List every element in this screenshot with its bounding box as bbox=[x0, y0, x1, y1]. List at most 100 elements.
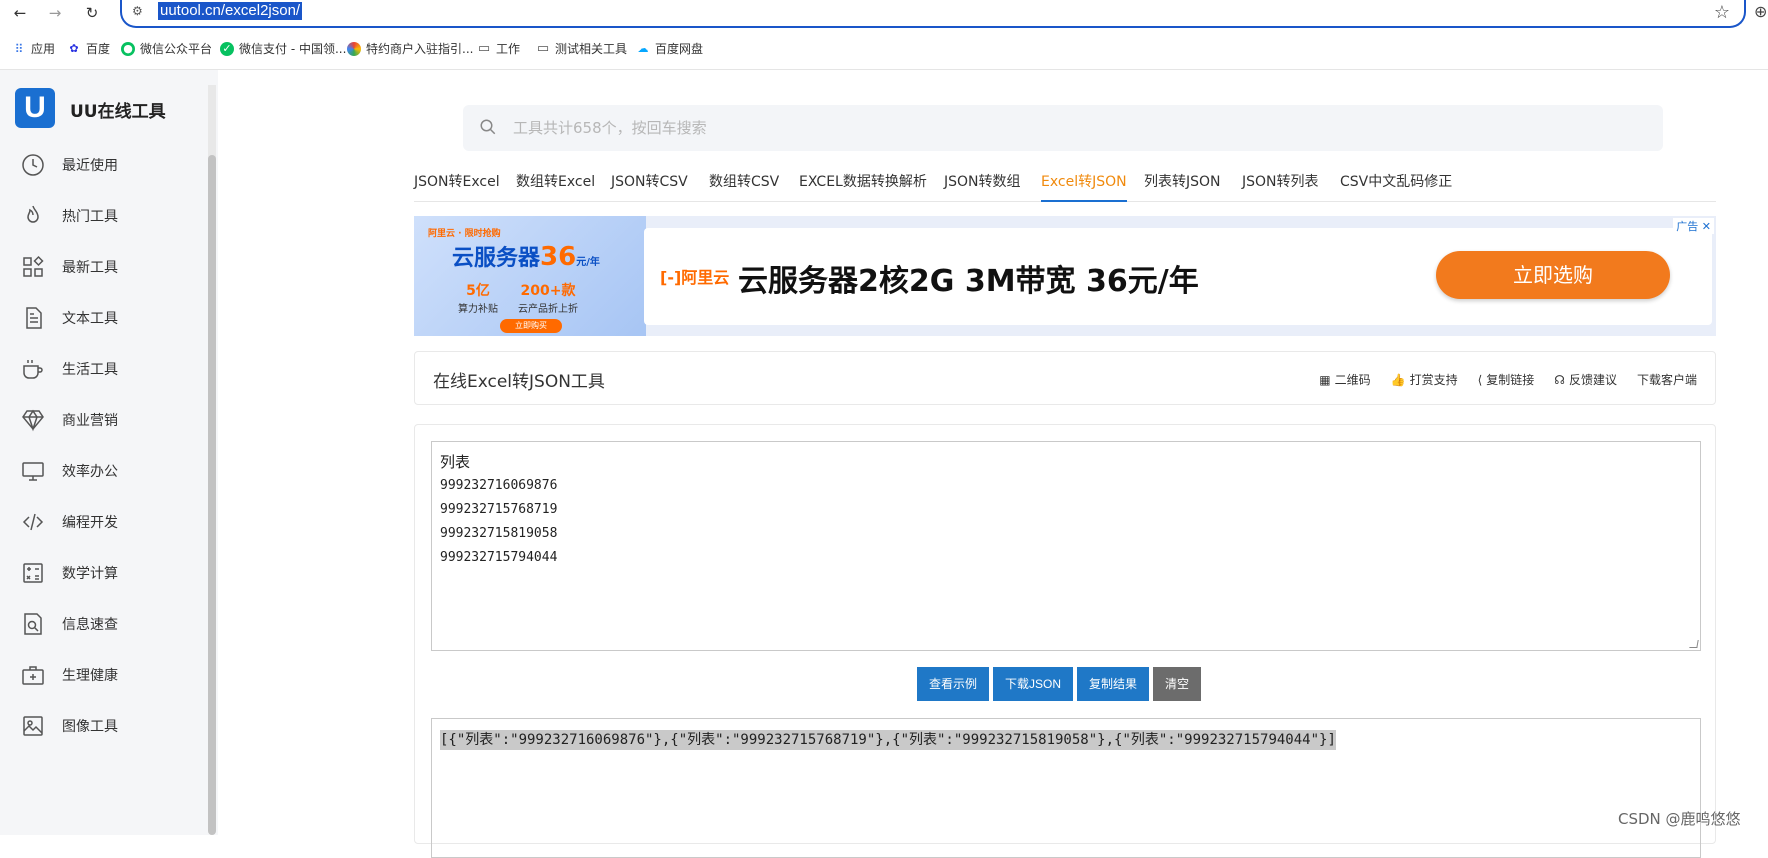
grid-icon bbox=[20, 254, 46, 280]
site-logo[interactable]: U bbox=[15, 88, 55, 128]
qrcode-button[interactable]: ▦ 二维码 bbox=[1319, 371, 1370, 388]
sidebar-scrollbar-thumb[interactable] bbox=[208, 155, 216, 835]
sidebar-item-recent[interactable]: 最近使用 bbox=[20, 150, 200, 180]
sidebar-item-label: 编程开发 bbox=[62, 515, 118, 531]
bookmark-baidu-netdisk[interactable]: ☁ 百度网盘 bbox=[636, 40, 704, 57]
tab-json-to-list[interactable]: JSON转列表 bbox=[1242, 172, 1319, 202]
tab-array-to-csv[interactable]: 数组转CSV bbox=[709, 172, 779, 202]
ad-banner[interactable]: 阿里云 · 限时抢购 云服务器36元/年 5亿 算力补贴 200+款 云产品折上折 … bbox=[414, 216, 1716, 336]
reload-icon[interactable]: ↻ bbox=[82, 3, 102, 23]
donate-button[interactable]: 👍 打赏支持 bbox=[1391, 371, 1458, 388]
sidebar-item-label: 生活工具 bbox=[62, 362, 118, 378]
download-json-button[interactable]: 下载JSON bbox=[993, 667, 1074, 701]
converter-panel: 列表 999232716069876 999232715768719 99923271… bbox=[414, 424, 1716, 858]
tab-json-to-csv[interactable]: JSON转CSV bbox=[611, 172, 688, 202]
folder-icon: ▭ bbox=[536, 40, 550, 56]
document-icon bbox=[20, 305, 46, 331]
tab-csv-fix[interactable]: CSV中文乱码修正 bbox=[1340, 172, 1452, 202]
action-buttons: 查看示例 下载JSON 复制结果 清空 bbox=[917, 667, 1202, 701]
bookmark-folder-work[interactable]: ▭ 工作 bbox=[477, 40, 520, 57]
ad-close-badge[interactable]: 广告 ✕ bbox=[1673, 218, 1714, 234]
action-label: 二维码 bbox=[1334, 373, 1371, 387]
ad-left-brand: 阿里云 · 限时抢购 bbox=[428, 229, 501, 239]
sidebar-item-health[interactable]: 生理健康 bbox=[20, 660, 200, 690]
tab-list-to-json[interactable]: 列表转JSON bbox=[1144, 172, 1221, 202]
ad-left-image: 阿里云 · 限时抢购 云服务器36元/年 5亿 算力补贴 200+款 云产品折上折 … bbox=[414, 216, 646, 336]
sidebar-item-label: 数学计算 bbox=[62, 566, 118, 582]
url-text[interactable]: uutool.cn/excel2json/ bbox=[158, 2, 303, 20]
sidebar-item-label: 图像工具 bbox=[62, 719, 118, 735]
tool-header: 在线Excel转JSON工具 ▦ 二维码 👍 打赏支持 ⟨ 复制链接 ☊ 反馈建议 下载… bbox=[414, 351, 1716, 405]
forward-arrow-icon[interactable]: → bbox=[45, 3, 65, 23]
sidebar-item-image[interactable]: 图像工具 bbox=[20, 711, 200, 741]
sidebar-item-label: 热门工具 bbox=[62, 209, 118, 225]
input-line: 999232715768719 bbox=[440, 502, 558, 517]
sidebar-item-label: 最近使用 bbox=[62, 158, 118, 174]
site-settings-icon[interactable]: ⚙ bbox=[132, 4, 148, 20]
ad-main-panel: [-]阿里云 云服务器2核2G 3M带宽 36元/年 立即选购 bbox=[644, 228, 1712, 325]
apps-grid-icon: ⠿ bbox=[14, 41, 24, 56]
download-client-button[interactable]: 下载客户端 bbox=[1637, 371, 1697, 388]
action-label: 复制链接 bbox=[1486, 373, 1535, 387]
search-box bbox=[463, 105, 1663, 151]
bookmark-apps[interactable]: ⠿ 应用 bbox=[12, 40, 55, 57]
sidebar-item-label: 商业营销 bbox=[62, 413, 118, 429]
bookmark-star-icon[interactable]: ☆ bbox=[1714, 2, 1730, 23]
tool-actions: ▦ 二维码 👍 打赏支持 ⟨ 复制链接 ☊ 反馈建议 下载客户端 bbox=[1319, 371, 1697, 388]
cloud-icon: ☁ bbox=[637, 41, 649, 55]
tab-json-to-array[interactable]: JSON转数组 bbox=[944, 172, 1021, 202]
input-line: 999232715819058 bbox=[440, 526, 558, 541]
ad-left-stat-label: 云产品折上折 bbox=[518, 304, 578, 315]
sidebar-item-lookup[interactable]: 信息速查 bbox=[20, 609, 200, 639]
bookmark-merchant[interactable]: 特约商户入驻指引... bbox=[347, 40, 473, 57]
browser-toolbar: ← → ↻ ⚙ uutool.cn/excel2json/ ☆ ⊕ bbox=[0, 0, 1768, 28]
sidebar-item-hot[interactable]: 热门工具 bbox=[20, 201, 200, 231]
bookmark-wechat-mp[interactable]: ● 微信公众平台 bbox=[121, 40, 212, 57]
excel-input-textarea[interactable]: 列表 999232716069876 999232715768719 99923271… bbox=[431, 441, 1701, 651]
sidebar-item-text[interactable]: 文本工具 bbox=[20, 303, 200, 333]
copy-result-button[interactable]: 复制结果 bbox=[1077, 667, 1150, 701]
json-output-textarea[interactable]: [{"列表":"999232716069876"},{"列表":"9992327… bbox=[431, 718, 1701, 858]
ad-left-stat-value: 200+款 bbox=[520, 283, 576, 299]
ad-left-stats: 5亿 算力补贴 200+款云产品折上折 bbox=[458, 280, 578, 315]
tab-array-to-excel[interactable]: 数组转Excel bbox=[516, 172, 595, 202]
page-title: 在线Excel转JSON工具 bbox=[433, 372, 605, 392]
feedback-button[interactable]: ☊ 反馈建议 bbox=[1554, 371, 1617, 388]
ad-left-buy-button[interactable]: 立即购买 bbox=[500, 319, 562, 333]
bookmark-folder-test-tools[interactable]: ▭ 测试相关工具 bbox=[536, 40, 627, 57]
sidebar-item-math[interactable]: 数学计算 bbox=[20, 558, 200, 588]
bookmark-wechat-pay[interactable]: ✓ 微信支付 - 中国领... bbox=[220, 40, 346, 57]
view-example-button[interactable]: 查看示例 bbox=[917, 667, 990, 701]
sidebar-item-dev[interactable]: 编程开发 bbox=[20, 507, 200, 537]
sidebar-item-life[interactable]: 生活工具 bbox=[20, 354, 200, 384]
address-bar[interactable]: ⚙ uutool.cn/excel2json/ ☆ bbox=[120, 0, 1746, 28]
ad-left-stat: 5亿 算力补贴 bbox=[458, 280, 498, 315]
ad-left-stat: 200+款云产品折上折 bbox=[518, 280, 578, 315]
bookmark-baidu[interactable]: ✿ 百度 bbox=[67, 40, 110, 57]
resize-handle-icon[interactable] bbox=[1689, 640, 1699, 648]
diamond-icon bbox=[20, 407, 46, 433]
back-arrow-icon[interactable]: ← bbox=[10, 3, 30, 23]
ad-left-title: 云服务器36元/年 bbox=[452, 240, 600, 272]
ad-cta-button[interactable]: 立即选购 bbox=[1436, 251, 1670, 299]
site-name[interactable]: UU在线工具 bbox=[70, 97, 166, 122]
wechat-icon: ● bbox=[121, 41, 135, 56]
tab-json-to-excel[interactable]: JSON转Excel bbox=[414, 172, 500, 202]
sidebar-item-marketing[interactable]: 商业营销 bbox=[20, 405, 200, 435]
extension-icon[interactable]: ⊕ bbox=[1754, 2, 1767, 21]
bookmark-label: 微信支付 - 中国领... bbox=[239, 42, 347, 56]
action-label: 下载客户端 bbox=[1636, 373, 1697, 387]
tab-excel-parse[interactable]: EXCEL数据转换解析 bbox=[799, 172, 927, 202]
ad-brand-logo: [-]阿里云 bbox=[660, 268, 730, 287]
bookmark-label: 微信公众平台 bbox=[140, 42, 213, 56]
copy-link-button[interactable]: ⟨ 复制链接 bbox=[1478, 371, 1535, 388]
search-input[interactable] bbox=[513, 105, 1613, 151]
sidebar-item-new[interactable]: 最新工具 bbox=[20, 252, 200, 282]
sidebar-item-office[interactable]: 效率办公 bbox=[20, 456, 200, 486]
headset-icon: ☊ bbox=[1554, 372, 1565, 387]
search-icon bbox=[479, 118, 497, 140]
clear-button[interactable]: 清空 bbox=[1153, 667, 1202, 701]
input-line: 999232716069876 bbox=[440, 478, 558, 493]
tab-excel-to-json[interactable]: Excel转JSON bbox=[1041, 172, 1127, 202]
ad-left-stat-value: 5亿 bbox=[466, 283, 490, 299]
